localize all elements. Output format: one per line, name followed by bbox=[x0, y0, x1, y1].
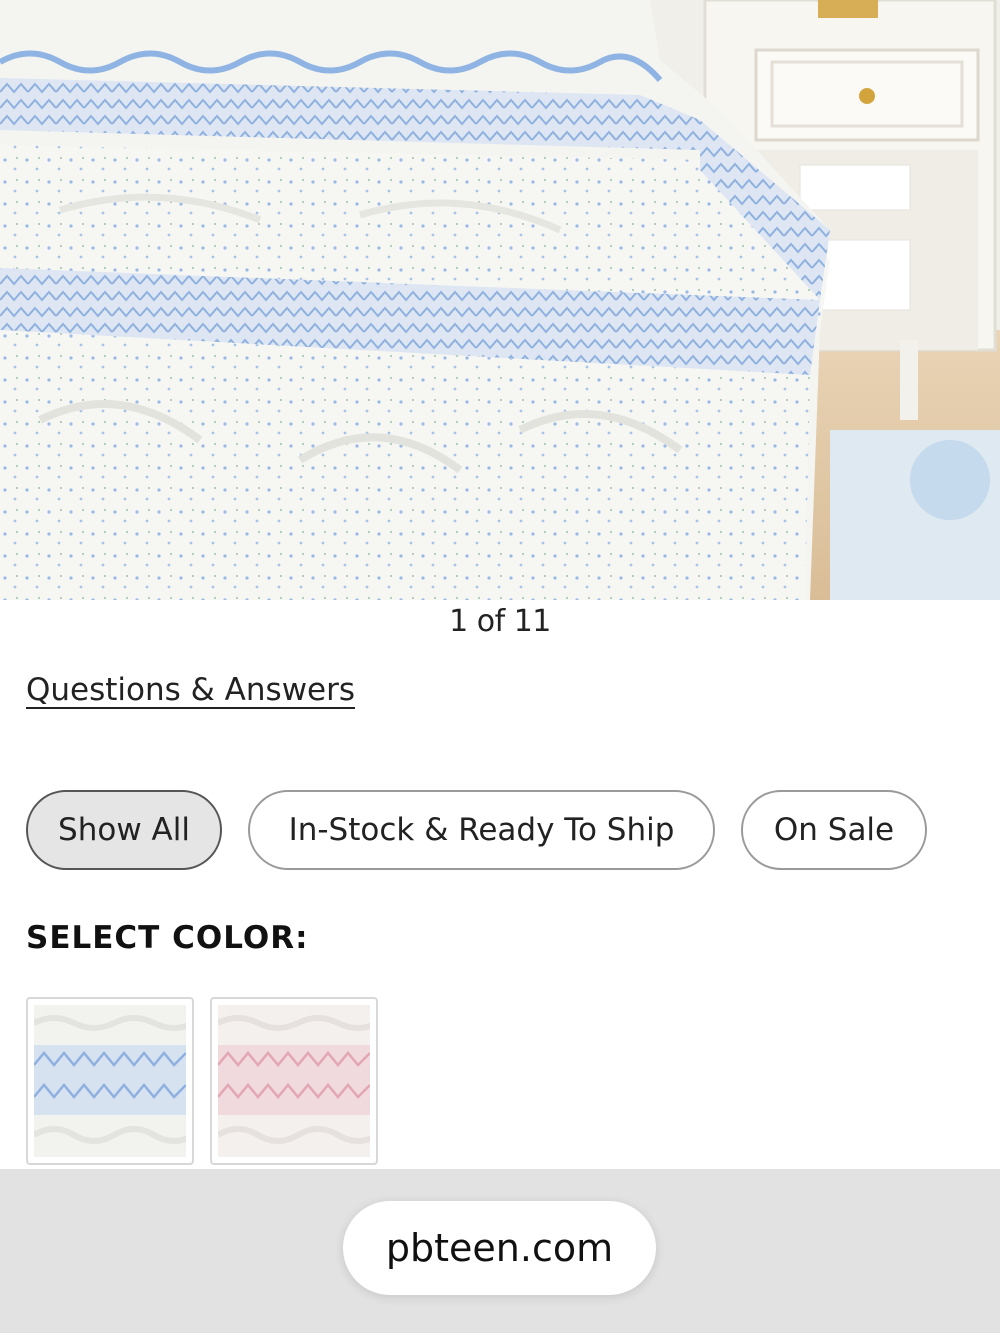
filter-in-stock-button[interactable]: In-Stock & Ready To Ship bbox=[248, 790, 715, 870]
pink-smocked-swatch-icon bbox=[218, 1005, 370, 1157]
questions-answers-link[interactable]: Questions & Answers bbox=[26, 672, 355, 708]
bedding-photo-icon bbox=[0, 0, 1000, 600]
blue-smocked-swatch-icon bbox=[34, 1005, 186, 1157]
image-counter: 1 of 11 bbox=[449, 604, 551, 639]
address-bar[interactable]: pbteen.com bbox=[343, 1201, 656, 1295]
url-text: pbteen.com bbox=[385, 1226, 614, 1270]
select-color-heading: SELECT COLOR: bbox=[26, 920, 309, 956]
filter-on-sale-button[interactable]: On Sale bbox=[741, 790, 927, 870]
filter-show-all-button[interactable]: Show All bbox=[26, 790, 222, 870]
product-image[interactable] bbox=[0, 0, 1000, 600]
color-swatch-pink[interactable] bbox=[210, 997, 378, 1165]
color-swatch-blue[interactable] bbox=[26, 997, 194, 1165]
